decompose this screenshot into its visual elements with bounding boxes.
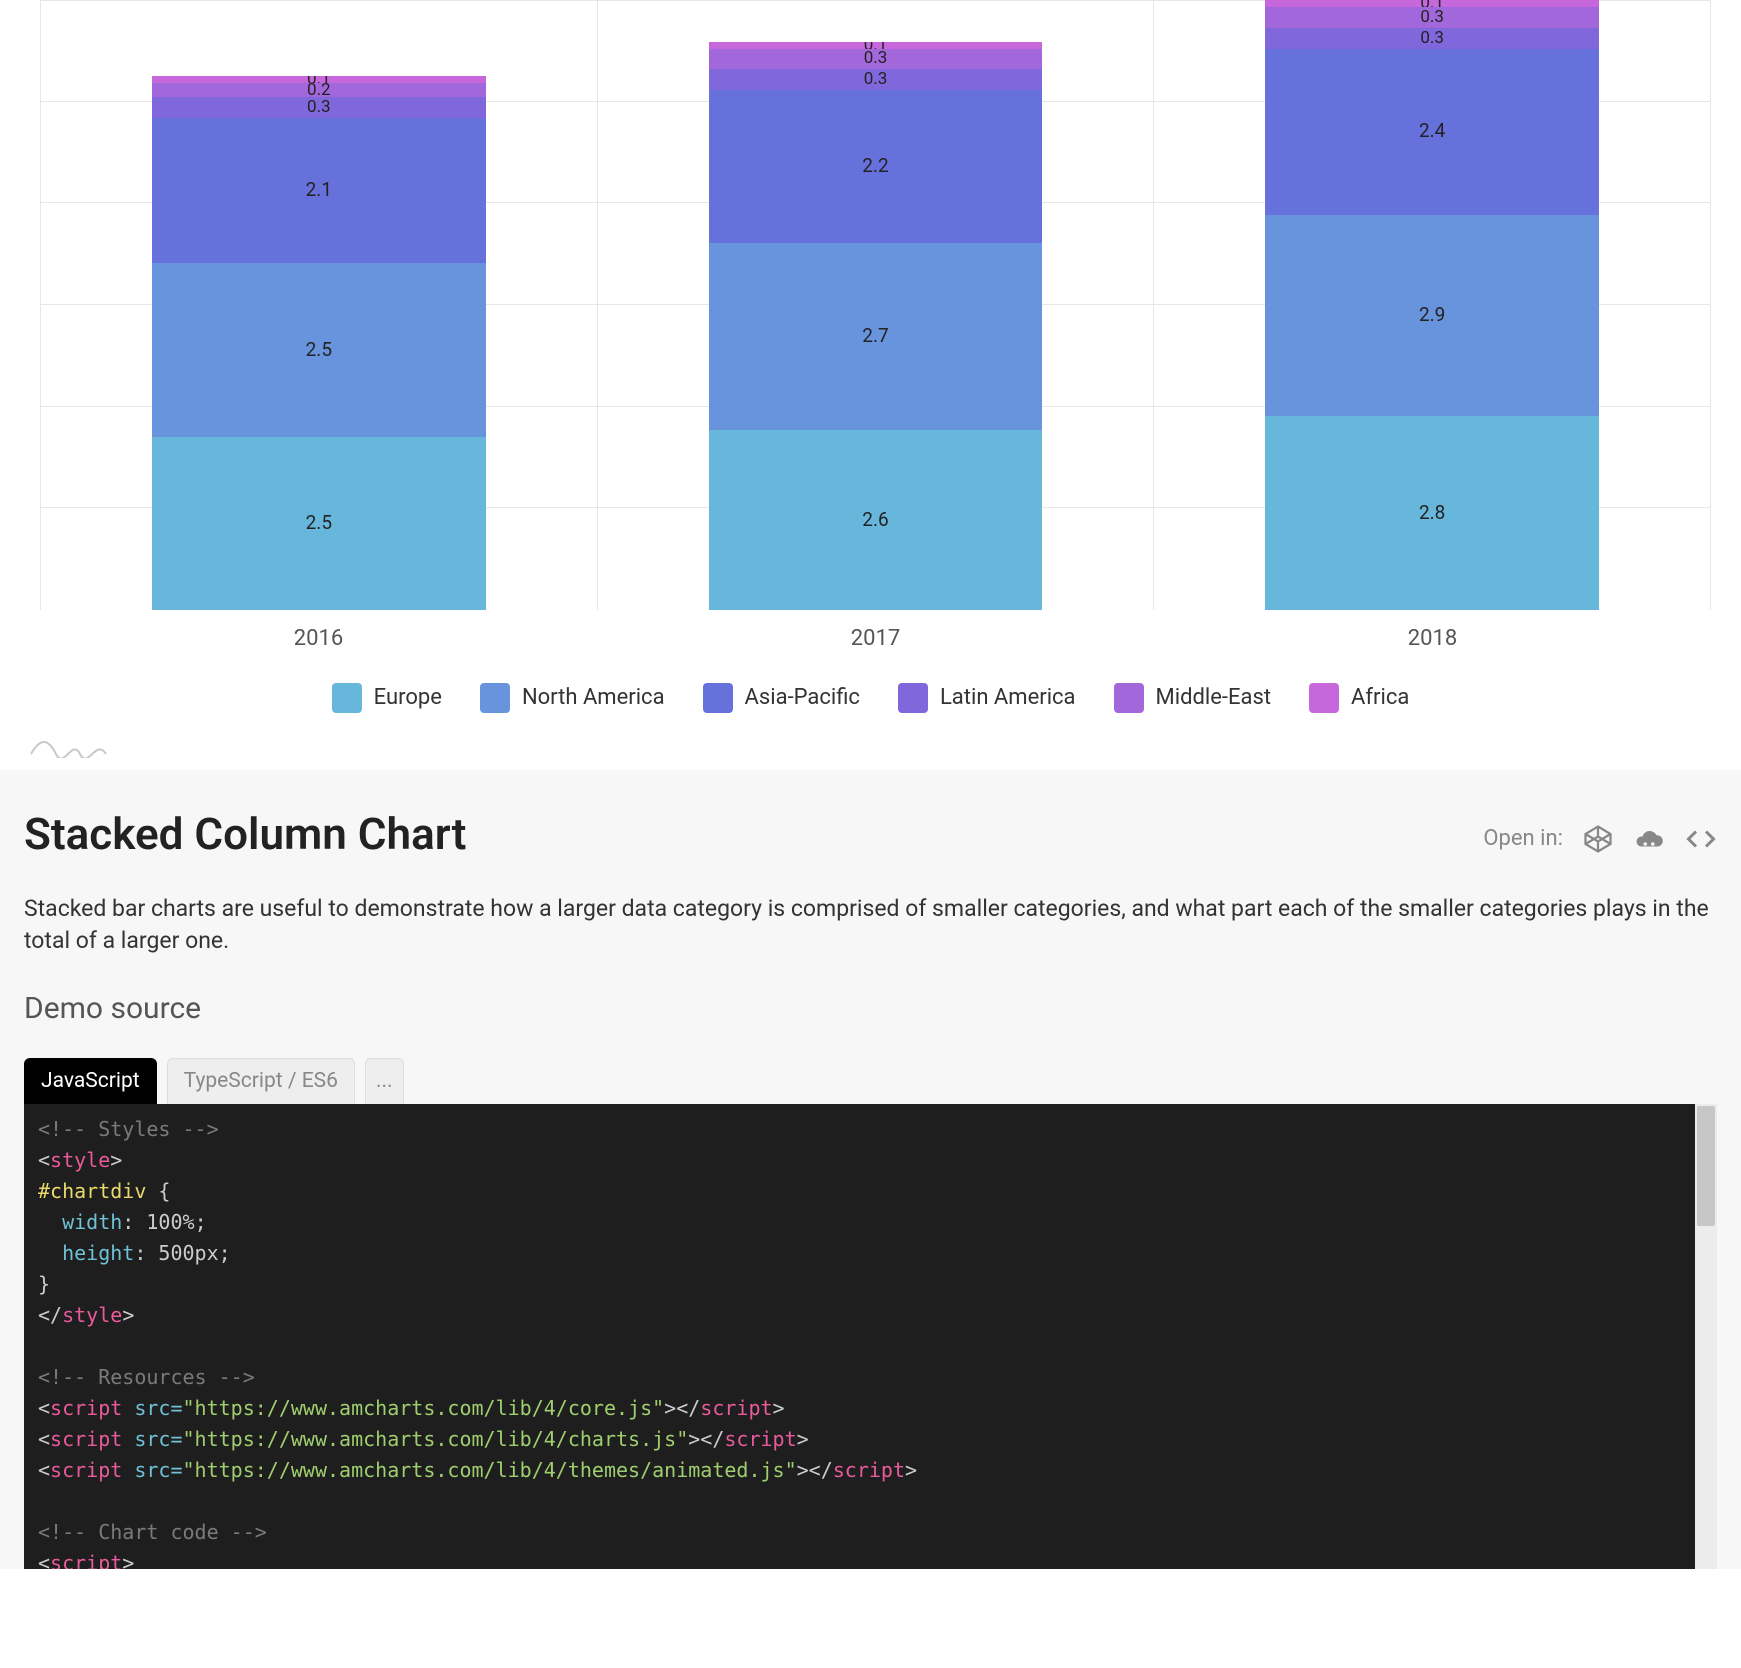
page-title: Stacked Column Chart <box>24 804 466 866</box>
chart-x-tick: 2017 <box>597 610 1154 655</box>
legend-swatch <box>1309 683 1339 713</box>
chart-segment[interactable]: 2.6 <box>709 430 1042 610</box>
chart-bar-stack[interactable]: 2.62.72.20.30.30.1 <box>709 42 1042 610</box>
article-description: Stacked bar charts are useful to demonst… <box>24 893 1717 957</box>
chart-segment[interactable]: 0.3 <box>709 69 1042 90</box>
chart-segment[interactable]: 2.7 <box>709 243 1042 430</box>
tab-typescript-es6[interactable]: TypeScript / ES6 <box>167 1058 355 1104</box>
chart-legend: Europe North America Asia-Pacific Latin Ame… <box>30 655 1711 722</box>
code-icon[interactable] <box>1685 824 1717 854</box>
chart-plot-area[interactable]: 2.52.52.10.30.20.12.62.72.20.30.30.12.82… <box>40 0 1711 610</box>
chart-column[interactable]: 2.62.72.20.30.30.1 <box>598 1 1155 610</box>
chart-segment[interactable]: 2.1 <box>152 118 485 264</box>
chart-column[interactable]: 2.52.52.10.30.20.1 <box>41 1 598 610</box>
codepen-icon[interactable] <box>1583 824 1613 854</box>
open-in-row: Open in: <box>1483 824 1717 855</box>
code-block[interactable]: <!-- Styles --> <style> #chartdiv { widt… <box>24 1104 1717 1569</box>
chart-segment[interactable]: 2.4 <box>1265 49 1598 215</box>
legend-item[interactable]: North America <box>480 683 665 714</box>
chart-x-axis: 201620172018 <box>40 610 1711 655</box>
chart-segment[interactable]: 2.9 <box>1265 215 1598 416</box>
tab-more[interactable]: ... <box>365 1058 404 1104</box>
chart-segment[interactable]: 0.1 <box>1265 0 1598 7</box>
chart-x-tick: 2016 <box>40 610 597 655</box>
legend-item[interactable]: Europe <box>332 683 442 714</box>
cloud-icon[interactable] <box>1633 824 1665 854</box>
code-line: <!-- Resources --> <box>38 1365 255 1389</box>
chart-segment[interactable]: 2.8 <box>1265 416 1598 610</box>
legend-label: North America <box>522 683 665 714</box>
chart-segment[interactable]: 0.1 <box>152 76 485 83</box>
demo-source-heading: Demo source <box>24 988 1717 1030</box>
legend-label: Middle-East <box>1156 683 1272 714</box>
legend-item[interactable]: Africa <box>1309 683 1409 714</box>
code-line: <!-- Styles --> <box>38 1117 219 1141</box>
legend-swatch <box>1114 683 1144 713</box>
source-tabs: JavaScriptTypeScript / ES6... <box>24 1058 1717 1104</box>
chart-segment[interactable]: 0.3 <box>152 97 485 118</box>
legend-swatch <box>703 683 733 713</box>
legend-item[interactable]: Middle-East <box>1114 683 1272 714</box>
chart-segment[interactable]: 0.3 <box>709 49 1042 70</box>
legend-label: Latin America <box>940 683 1076 714</box>
chart-segment[interactable]: 0.3 <box>1265 7 1598 28</box>
stacked-column-chart: 2.52.52.10.30.20.12.62.72.20.30.30.12.82… <box>0 0 1741 732</box>
legend-swatch <box>480 683 510 713</box>
code-line: <!-- Chart code --> <box>38 1520 267 1544</box>
chart-segment[interactable]: 0.3 <box>1265 28 1598 49</box>
amcharts-logo-icon[interactable] <box>0 732 1741 770</box>
chart-segment[interactable]: 2.5 <box>152 437 485 610</box>
legend-item[interactable]: Asia-Pacific <box>703 683 860 714</box>
chart-bar-stack[interactable]: 2.52.52.10.30.20.1 <box>152 76 485 610</box>
chart-segment[interactable]: 0.2 <box>152 83 485 97</box>
chart-segment[interactable]: 2.5 <box>152 263 485 436</box>
scrollbar-thumb[interactable] <box>1697 1106 1715 1226</box>
chart-x-tick: 2018 <box>1154 610 1711 655</box>
legend-swatch <box>332 683 362 713</box>
legend-label: Africa <box>1351 683 1409 714</box>
article-body: Stacked Column Chart Open in: <box>0 770 1741 1569</box>
legend-swatch <box>898 683 928 713</box>
open-in-label: Open in: <box>1483 824 1563 855</box>
chart-bar-stack[interactable]: 2.82.92.40.30.30.1 <box>1265 0 1598 610</box>
legend-label: Asia-Pacific <box>745 683 860 714</box>
tab-javascript[interactable]: JavaScript <box>24 1058 157 1104</box>
scrollbar[interactable] <box>1695 1104 1717 1569</box>
chart-column[interactable]: 2.82.92.40.30.30.1 <box>1154 1 1711 610</box>
legend-label: Europe <box>374 683 442 714</box>
chart-segment[interactable]: 2.2 <box>709 90 1042 243</box>
chart-segment[interactable]: 0.1 <box>709 42 1042 49</box>
legend-item[interactable]: Latin America <box>898 683 1076 714</box>
